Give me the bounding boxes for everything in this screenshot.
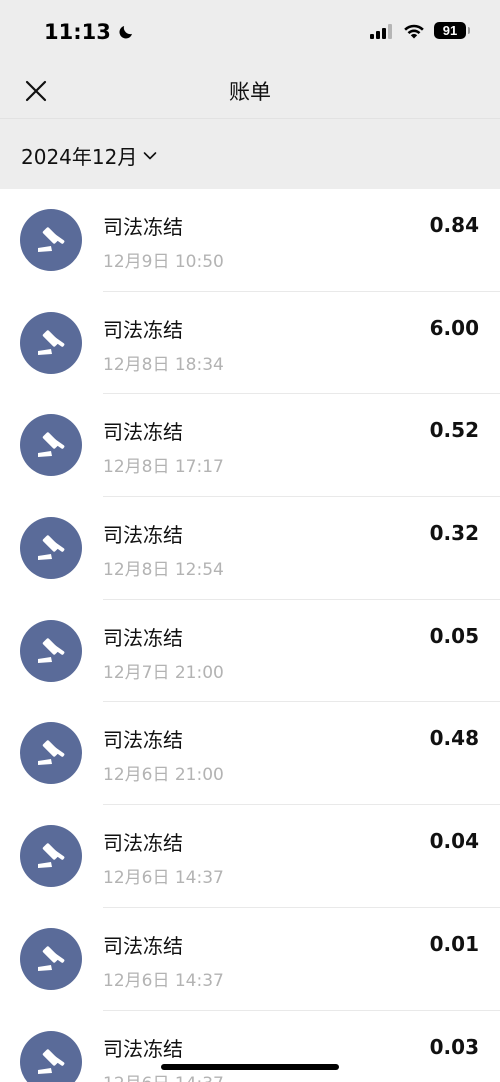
wifi-icon [404, 24, 424, 38]
transaction-row[interactable]: 司法冻结 12月8日 18:34 6.00 [0, 291, 500, 395]
gavel-icon [38, 329, 65, 355]
transaction-title: 司法冻结 [103, 933, 183, 958]
avatar [20, 825, 82, 888]
avatar [20, 927, 82, 990]
avatar [20, 619, 82, 682]
month-filter-bar: 2024年12月 [0, 118, 500, 189]
gavel-icon [38, 843, 65, 869]
page-title: 账单 [229, 80, 271, 104]
transaction-title: 司法冻结 [103, 215, 183, 239]
avatar [20, 311, 82, 374]
gavel-icon [38, 227, 65, 252]
status-icons: 91 [370, 22, 470, 39]
transaction-amount: 0.48 [429, 726, 479, 751]
transaction-row[interactable]: 司法冻结 12月8日 17:17 0.52 [0, 394, 500, 498]
transaction-amount: 0.05 [429, 623, 479, 648]
transaction-time: 12月8日 18:34 [103, 354, 224, 375]
transaction-title: 司法冻结 [103, 831, 183, 856]
battery-icon: 91 [434, 22, 470, 39]
transaction-time: 12月8日 17:17 [103, 457, 224, 478]
transaction-row[interactable]: 司法冻结 12月6日 21:00 0.48 [0, 702, 500, 806]
gavel-icon [38, 1048, 65, 1074]
transaction-amount: 0.32 [429, 521, 479, 546]
transaction-row[interactable]: 司法冻结 12月6日 14:37 0.03 [0, 1010, 500, 1082]
battery-level: 91 [442, 23, 458, 38]
transaction-title: 司法冻结 [103, 728, 183, 753]
transaction-amount: 0.52 [429, 418, 479, 443]
gavel-icon [38, 535, 65, 561]
transaction-title: 司法冻结 [103, 420, 183, 445]
month-label: 2024年12月 [21, 145, 138, 169]
transaction-title: 司法冻结 [103, 625, 183, 650]
moon-icon [119, 26, 132, 39]
clock-text: 11:13 [44, 20, 111, 44]
transaction-title: 司法冻结 [103, 523, 183, 548]
transaction-row[interactable]: 司法冻结 12月6日 14:37 0.04 [0, 805, 500, 908]
signal-icon [370, 23, 392, 39]
transaction-amount: 0.84 [429, 213, 479, 237]
transaction-time: 12月6日 14:37 [103, 868, 224, 889]
gavel-icon [38, 946, 65, 971]
month-selector[interactable]: 2024年12月 [21, 141, 157, 170]
battery-tip [468, 27, 470, 34]
avatar [20, 517, 82, 580]
transaction-time: 12月9日 10:50 [103, 252, 224, 272]
transaction-time: 12月7日 21:00 [103, 662, 224, 683]
transaction-title: 司法冻结 [103, 317, 183, 342]
transaction-time: 12月6日 21:00 [103, 765, 224, 786]
chevron-down-icon [144, 151, 157, 159]
bill-screen: 11:13 91 账单 2024年12月 司法冻结 12月9日 10:50 0.… [0, 0, 500, 1082]
gavel-icon [38, 740, 65, 766]
transaction-time: 12月6日 14:37 [103, 970, 224, 991]
transaction-amount: 0.04 [429, 829, 479, 854]
transaction-row[interactable]: 司法冻结 12月7日 21:00 0.05 [0, 599, 500, 703]
gavel-icon [38, 432, 65, 458]
transaction-title: 司法冻结 [103, 1036, 183, 1061]
avatar [20, 1030, 82, 1082]
transaction-row[interactable]: 司法冻结 12月8日 12:54 0.32 [0, 497, 500, 600]
transaction-amount: 0.03 [429, 1034, 479, 1059]
transaction-amount: 6.00 [429, 315, 479, 340]
status-bar: 11:13 91 [0, 0, 500, 62]
transaction-time: 12月8日 12:54 [103, 560, 224, 581]
transaction-row[interactable]: 司法冻结 12月6日 14:37 0.01 [0, 907, 500, 1011]
avatar [20, 414, 82, 477]
nav-bar: 账单 [0, 62, 500, 118]
status-time: 11:13 [44, 20, 135, 44]
transaction-list: 司法冻结 12月9日 10:50 0.84 司法冻结 12月8日 18:34 6… [0, 189, 500, 1082]
gavel-icon [38, 638, 65, 663]
transaction-amount: 0.01 [429, 931, 479, 956]
transaction-row[interactable]: 司法冻结 12月9日 10:50 0.84 [0, 189, 500, 292]
avatar [20, 209, 82, 271]
avatar [20, 722, 82, 785]
home-indicator[interactable] [161, 1064, 339, 1070]
transaction-time: 12月6日 14:37 [103, 1069, 224, 1082]
